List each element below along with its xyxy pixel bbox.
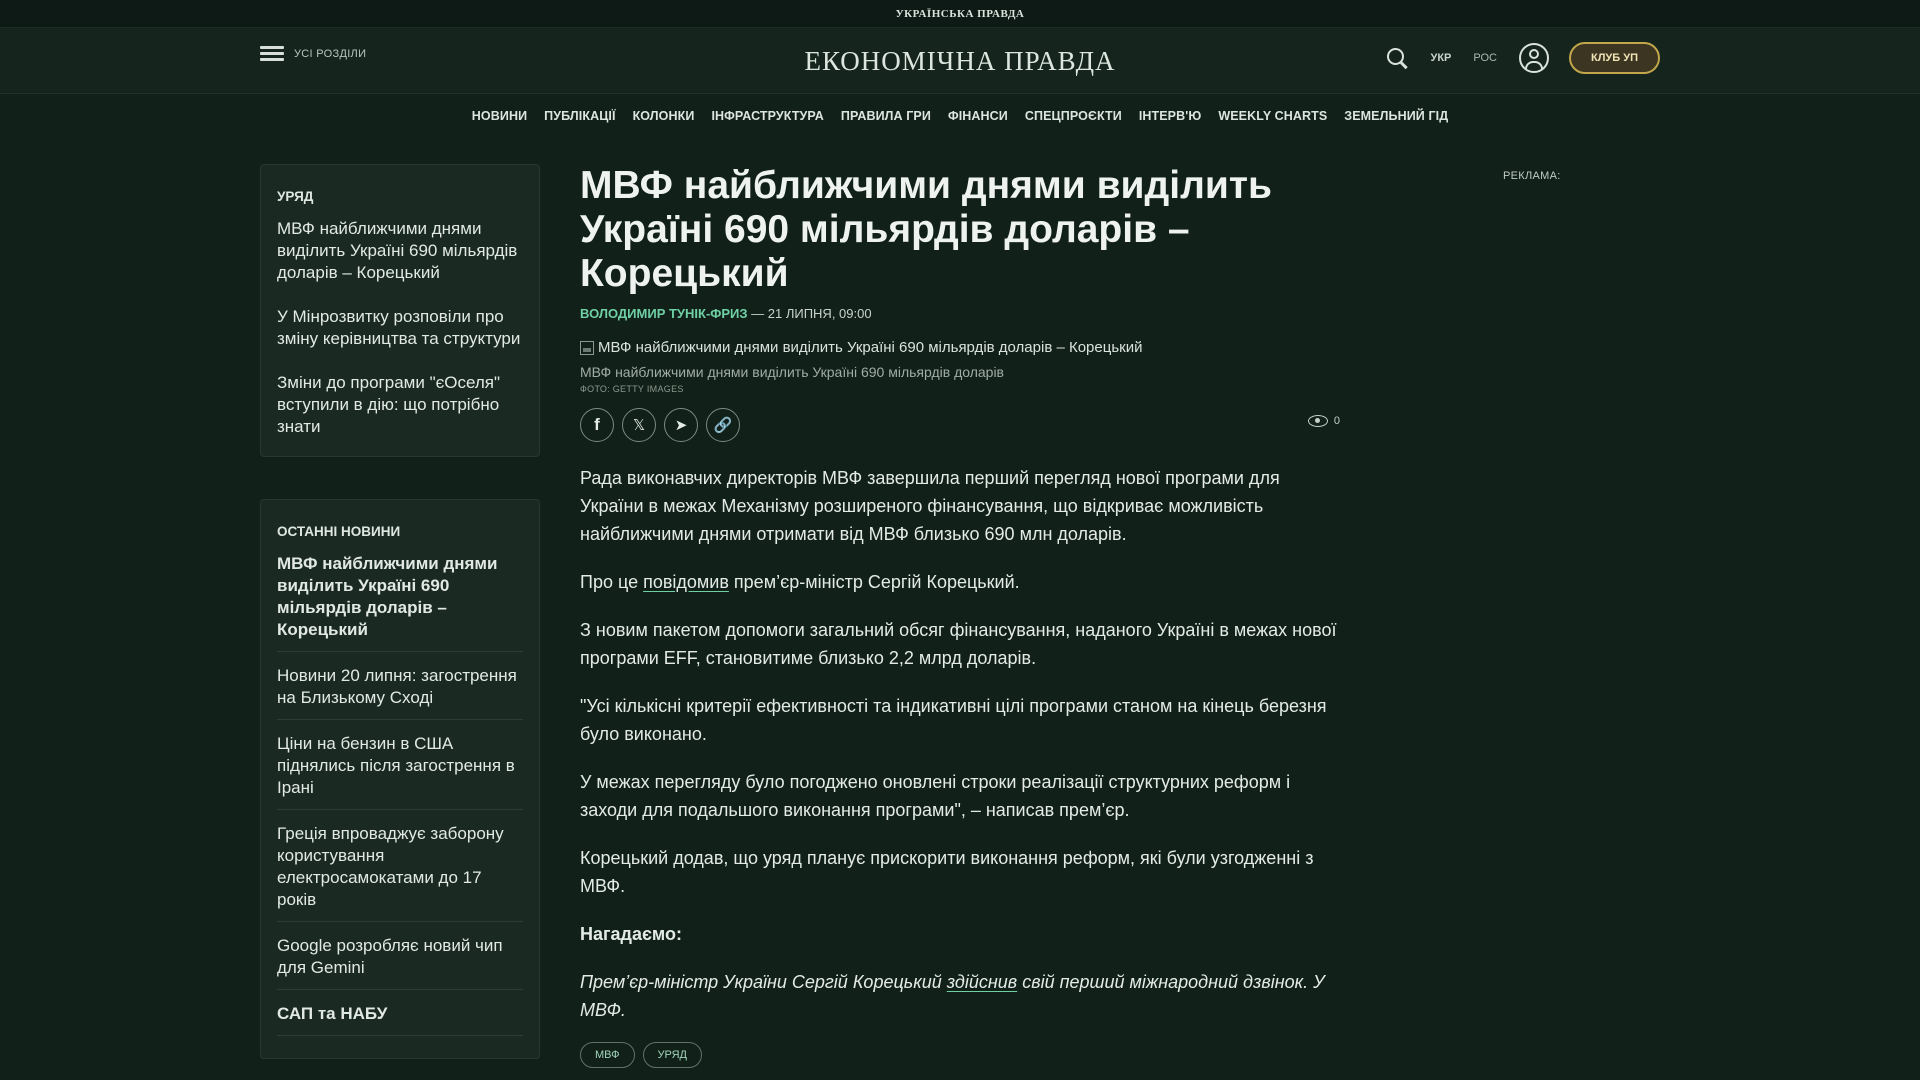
paragraph: Рада виконавчих директорів МВФ завершила… <box>580 468 1280 544</box>
latest-news-item[interactable]: Google розробляє новий чип для Gemini <box>277 935 523 990</box>
club-button[interactable]: КЛУБ УП <box>1569 42 1660 74</box>
article-image: МВФ найближчими днями виділить Україні 6… <box>580 339 1340 356</box>
nav-item-news[interactable]: НОВИНИ <box>472 109 527 123</box>
author-link[interactable]: ВОЛОДИМИР ТУНІК-ФРИЗ <box>580 306 748 321</box>
nav-item-rules[interactable]: ПРАВИЛА ГРИ <box>841 109 931 123</box>
latest-news-card: ОСТАННІ НОВИНИ МВФ найближчими днями вид… <box>260 499 540 1059</box>
eye-icon <box>1307 415 1328 427</box>
top-brand-strip: УКРАЇНСЬКА ПРАВДА <box>0 0 1920 28</box>
source-link[interactable]: повідомив <box>643 572 729 592</box>
paragraph-text: Про це <box>580 572 644 592</box>
facebook-share-icon[interactable]: f <box>580 408 614 442</box>
section-item[interactable]: У Мінрозвитку розповіли про зміну керівн… <box>277 306 523 350</box>
paragraph: Корецький додав, що уряд планує прискори… <box>580 848 1314 896</box>
section-title[interactable]: УРЯД <box>277 189 523 204</box>
nav-item-weekly-charts[interactable]: WEEKLY CHARTS <box>1218 109 1327 123</box>
paragraph: Про це повідомив прем’єр-міністр Сергій … <box>580 568 1340 596</box>
nav-item-columns[interactable]: КОЛОНКИ <box>633 109 695 123</box>
paragraph-text: Прем’єр-міністр України Сергій Корецький <box>580 972 947 992</box>
x-share-icon[interactable]: 𝕏 <box>622 408 656 442</box>
site-header: УСІ РОЗДІЛИ ЕКОНОМІЧНА ПРАВДА УКР РОС КЛ… <box>0 28 1920 94</box>
article: МВФ найближчими днями виділить Україні 6… <box>580 164 1340 1068</box>
views-count: 0 <box>1333 415 1340 427</box>
image-caption: МВФ найближчими днями виділить Україні 6… <box>580 364 1004 380</box>
section-card: УРЯД МВФ найближчими днями виділить Укра… <box>260 164 540 457</box>
paragraph: У межах перегляду було погоджено оновлен… <box>580 772 1291 820</box>
section-item[interactable]: МВФ найближчими днями виділить Україні 6… <box>277 218 523 284</box>
user-icon[interactable] <box>1519 43 1549 73</box>
article-title: МВФ найближчими днями виділить Україні 6… <box>580 164 1272 295</box>
nav-item-specprojects[interactable]: СПЕЦПРОЄКТИ <box>1025 109 1122 123</box>
broken-image-icon <box>580 340 594 355</box>
nav-item-infrastructure[interactable]: ІНФРАСТРУКТУРА <box>711 109 823 123</box>
paragraph: "Усі кількісні критерії ефективності та … <box>580 696 1327 744</box>
related-link[interactable]: здійснив <box>947 972 1017 992</box>
lang-ukr[interactable]: УКР <box>1430 52 1451 64</box>
sidebar: УРЯД МВФ найближчими днями виділить Укра… <box>260 164 540 1059</box>
copy-link-icon[interactable]: 🔗 <box>706 408 740 442</box>
latest-news-item[interactable]: Ціни на бензин в США піднялись після заг… <box>277 733 523 810</box>
latest-news-item[interactable]: Новини 20 липня: загострення на Близьком… <box>277 665 523 720</box>
search-icon[interactable] <box>1386 47 1408 69</box>
nav-item-publications[interactable]: ПУБЛІКАЦІЇ <box>544 109 615 123</box>
article-body: Рада виконавчих директорів МВФ завершила… <box>580 464 1340 1068</box>
lang-ros[interactable]: РОС <box>1473 52 1497 64</box>
views-counter: 0 <box>1307 415 1340 427</box>
main-nav: НОВИНИ ПУБЛІКАЦІЇ КОЛОНКИ ІНФРАСТРУКТУРА… <box>0 94 1920 137</box>
paragraph-text: прем’єр-міністр Сергій Корецький. <box>728 572 1020 592</box>
tag-imf[interactable]: МВФ <box>580 1042 635 1068</box>
tag-government[interactable]: УРЯД <box>642 1042 702 1068</box>
latest-news-item[interactable]: Греція впроваджує заборону користування … <box>277 823 523 922</box>
image-credit: ФОТО: GETTY IMAGES <box>580 384 684 394</box>
telegram-share-icon[interactable]: ➤ <box>664 408 698 442</box>
share-bar: f 𝕏 ➤ 🔗 0 <box>580 408 1340 442</box>
latest-news-title[interactable]: ОСТАННІ НОВИНИ <box>277 524 523 539</box>
brand-link[interactable]: УКРАЇНСЬКА ПРАВДА <box>896 8 1025 20</box>
latest-news-item[interactable]: САП та НАБУ <box>277 1003 523 1036</box>
tag-list: МВФ УРЯД <box>580 1042 1340 1068</box>
ad-label: РЕКЛАМА: <box>1503 170 1561 182</box>
image-alt-text: МВФ найближчими днями виділить Україні 6… <box>598 339 1143 356</box>
section-item[interactable]: Зміни до програми "єОселя" вступили в ді… <box>277 372 523 438</box>
latest-news-item[interactable]: МВФ найближчими днями виділить Україні 6… <box>277 553 523 652</box>
paragraph: З новим пакетом допомоги загальний обсяг… <box>580 620 1337 668</box>
paragraph: Прем’єр-міністр України Сергій Корецький… <box>580 968 1340 1024</box>
header-actions: УКР РОС КЛУБ УП <box>1386 42 1660 74</box>
article-byline: ВОЛОДИМИР ТУНІК-ФРИЗ — 21 ЛИПНЯ, 09:00 <box>580 306 1340 321</box>
nav-item-land-guide[interactable]: ЗЕМЕЛЬНИЙ ГІД <box>1344 109 1448 123</box>
nav-item-finance[interactable]: ФІНАНСИ <box>948 109 1008 123</box>
article-date: — 21 ЛИПНЯ, 09:00 <box>747 306 872 321</box>
nav-item-interview[interactable]: ІНТЕРВ'Ю <box>1139 109 1202 123</box>
reminder-heading: Нагадаємо: <box>580 924 682 944</box>
